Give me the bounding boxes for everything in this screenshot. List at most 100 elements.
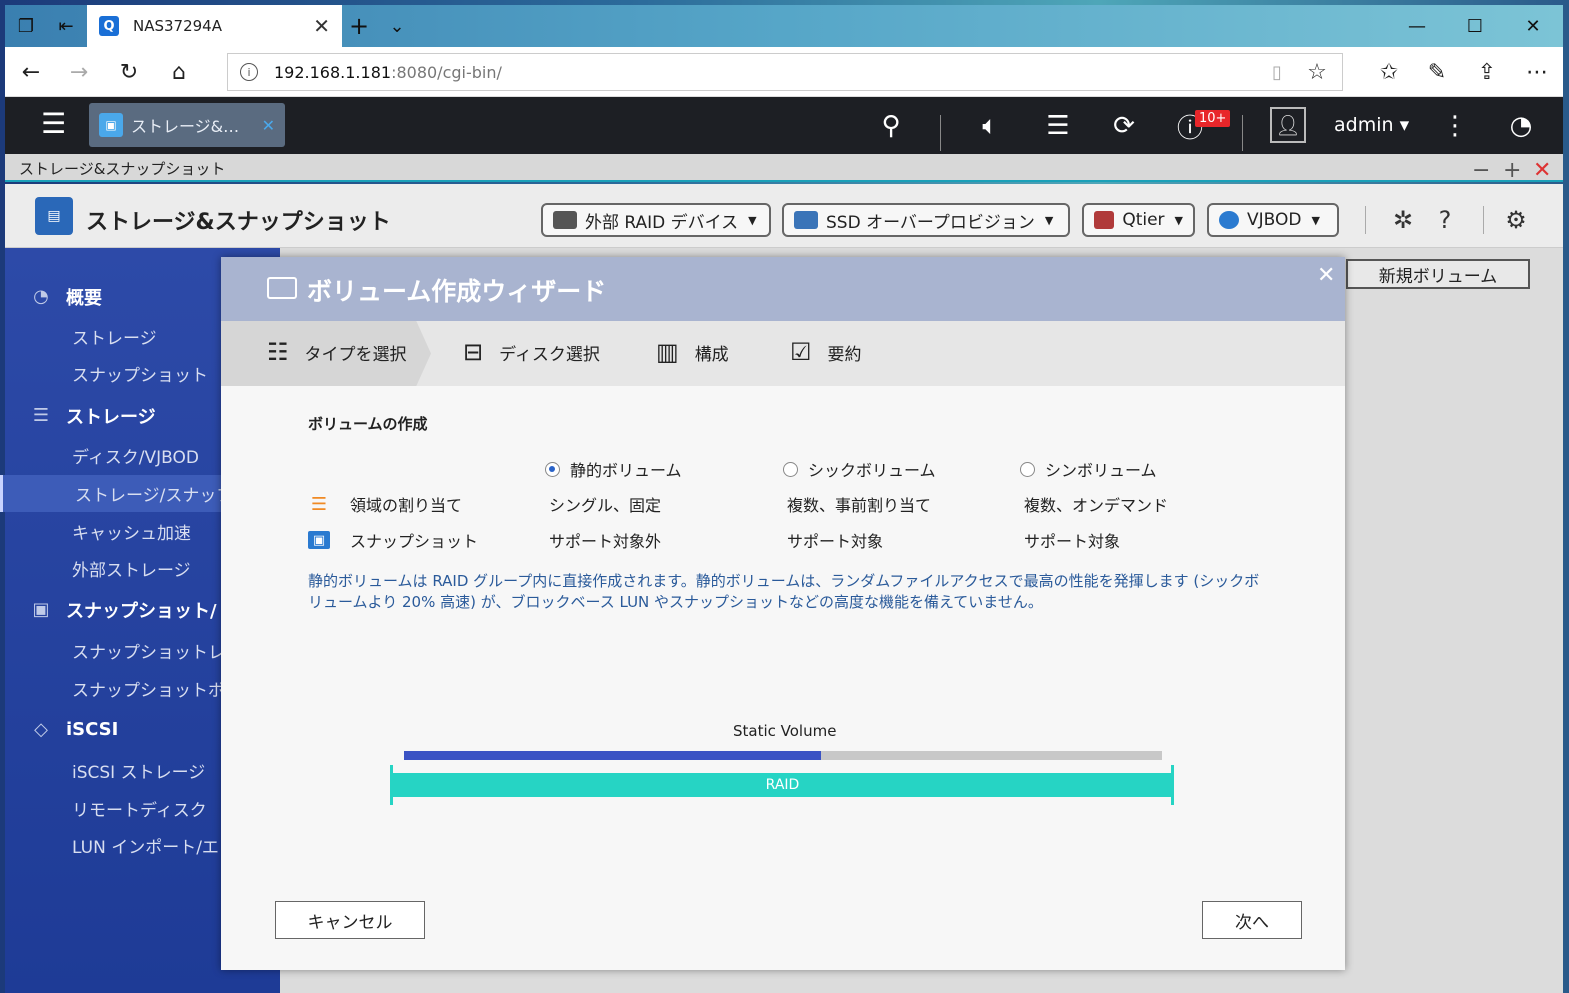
sidebar-item-label: スナップショットレ [72, 643, 225, 663]
window-maximize-icon[interactable]: + [1503, 158, 1521, 183]
chevron-down-icon: ▼ [1044, 213, 1054, 227]
storage-app-icon: ▣ [99, 113, 123, 137]
tab-list-chevron-icon[interactable]: ⌄ [378, 5, 416, 47]
row-allocation: ☰ 領域の割り当て [308, 492, 462, 516]
sidebar-item-label: ストレージ/スナップ [75, 486, 234, 506]
window-minimize-icon[interactable]: − [1472, 158, 1490, 183]
search-icon[interactable]: ⚲ [869, 105, 913, 147]
refresh-icon[interactable]: ↻ [105, 47, 153, 97]
cancel-button[interactable]: キャンセル [275, 901, 425, 939]
info-icon[interactable]: i [240, 63, 258, 81]
cell-thin-snapshot: サポート対象 [1024, 532, 1121, 551]
favorites-list-icon[interactable]: ✩ [1365, 47, 1413, 97]
step-configure: ▥ 構成 [656, 338, 729, 366]
external-device-icon[interactable]: ⟳ [1102, 105, 1146, 147]
next-button[interactable]: 次へ [1202, 901, 1302, 939]
settings-gear-icon[interactable]: ⚙ [1500, 204, 1532, 236]
step-summary: ☑ 要約 [790, 338, 862, 366]
sidebar-item-label: リモートディスク [72, 801, 207, 821]
tab-actions-icon[interactable]: ❐ [7, 5, 45, 47]
back-icon[interactable]: ← [7, 47, 55, 97]
chevron-down-icon: ▼ [1174, 213, 1183, 227]
address-toolbar: ← → ↻ ⌂ i 192.168.1.181:8080/cgi-bin/ ▯ … [5, 47, 1563, 97]
storage-logo-icon: ▤ [35, 197, 73, 235]
forward-icon[interactable]: → [55, 47, 103, 97]
tools-icon[interactable]: ✲ [1387, 204, 1419, 236]
camera-icon: ▣ [32, 599, 50, 620]
wizard-title: ボリューム作成ウィザード [307, 277, 607, 306]
sidebar-item-label: ストレージ [72, 329, 157, 349]
step-select-disks: ⊟ ディスク選択 [463, 338, 600, 366]
set-aside-tabs-icon[interactable]: ⇤ [47, 5, 85, 47]
external-raid-button[interactable]: 外部 RAID デバイス ▼ [541, 203, 771, 237]
option-static-volume[interactable]: 静的ボリューム [545, 457, 682, 481]
menu-icon[interactable]: ☰ [41, 109, 71, 139]
app-tab-storage[interactable]: ▣ ストレージ&… ✕ [89, 103, 285, 147]
home-icon[interactable]: ⌂ [155, 47, 203, 97]
iscsi-icon: ◇ [34, 719, 48, 740]
more-icon[interactable]: ⋯ [1513, 47, 1561, 97]
option-label: シックボリューム [808, 461, 936, 480]
ssd-overprovision-button[interactable]: SSD オーバープロビジョン ▼ [782, 203, 1070, 237]
static-volume-label: Static Volume [733, 722, 837, 740]
radio-selected[interactable] [545, 461, 560, 477]
maximize-icon[interactable]: ☐ [1446, 5, 1504, 47]
option-thin-volume[interactable]: シンボリューム [1020, 457, 1157, 481]
dashboard-icon[interactable]: ◔ [1499, 105, 1543, 147]
option-thick-volume[interactable]: シックボリューム [783, 457, 936, 481]
ssd-icon [794, 211, 818, 229]
pill-label: VJBOD [1247, 210, 1302, 230]
share-icon[interactable]: ⇪ [1463, 47, 1511, 97]
new-tab-icon[interactable]: + [340, 5, 378, 47]
sidebar-item-label: ディスク/VJBOD [72, 448, 200, 468]
help-icon[interactable]: ? [1429, 204, 1461, 236]
sidebar-item-label: キャッシュ加速 [72, 524, 191, 544]
pill-label: Qtier [1122, 210, 1165, 230]
disk-drive-icon [267, 277, 297, 299]
qtier-icon [1094, 211, 1115, 229]
option-label: シンボリューム [1045, 461, 1157, 480]
window-close-icon[interactable]: ✕ [1533, 158, 1551, 183]
pill-label: 外部 RAID デバイス [585, 212, 739, 233]
qtier-button[interactable]: Qtier ▼ [1082, 203, 1195, 237]
chevron-down-icon: ▼ [1311, 213, 1320, 227]
url-text: 192.168.1.181:8080/cgi-bin/ [274, 62, 502, 82]
close-tab-icon[interactable]: ✕ [313, 14, 330, 38]
close-dialog-icon[interactable]: ✕ [1317, 263, 1335, 288]
step-select-type: ☷ タイプを選択 [267, 338, 407, 366]
browser-tab-bar: ❐ ⇤ Q NAS37294A ✕ + ⌄ — ☐ ✕ [5, 5, 1563, 47]
more-options-icon[interactable]: ⋮ [1433, 105, 1477, 147]
background-tasks-icon[interactable]: ☰ [1036, 105, 1080, 147]
user-menu[interactable]: admin ▾ [1334, 114, 1409, 136]
row-snapshot: ▣ スナップショット [308, 528, 478, 552]
radio[interactable] [783, 461, 798, 477]
vjbod-icon [1219, 211, 1239, 229]
window-title-bar: ストレージ&スナップショット [5, 154, 1563, 182]
radio[interactable] [1020, 461, 1035, 477]
volume-bar-fill [404, 751, 821, 760]
vjbod-button[interactable]: VJBOD ▼ [1207, 203, 1339, 237]
section-title: ボリュームの作成 [308, 415, 428, 433]
gauge-icon: ◔ [33, 286, 49, 307]
pen-icon[interactable]: ✎ [1413, 47, 1461, 97]
notification-badge: 10+ [1195, 110, 1231, 127]
list-icon: ☷ [267, 338, 289, 366]
close-window-icon[interactable]: ✕ [1504, 5, 1562, 47]
disk-icon: ⊟ [463, 338, 484, 366]
app-title: ストレージ&スナップショット [86, 210, 391, 235]
pill-label: SSD オーバープロビジョン [826, 212, 1035, 233]
url-input[interactable]: i 192.168.1.181:8080/cgi-bin/ [227, 53, 1343, 91]
user-avatar-icon[interactable]: 👤︎ [1270, 107, 1306, 143]
sidebar-item-label: ストレージ [66, 406, 156, 428]
step-label: タイプを選択 [304, 344, 407, 365]
sidebar-item-label: スナップショットボ [72, 681, 225, 701]
raid-bar: RAID [391, 773, 1174, 797]
minimize-icon[interactable]: — [1388, 5, 1446, 47]
favorite-star-icon[interactable]: ☆ [1293, 47, 1341, 97]
browser-tab-active[interactable]: Q NAS37294A ✕ [87, 5, 342, 47]
close-app-tab-icon[interactable]: ✕ [262, 116, 275, 135]
new-volume-button[interactable]: 新規ボリューム [1346, 259, 1530, 289]
row-label: スナップショット [350, 532, 479, 551]
volume-icon[interactable]: 🔈︎ [968, 105, 1012, 147]
allocation-icon: ☰ [310, 493, 328, 515]
